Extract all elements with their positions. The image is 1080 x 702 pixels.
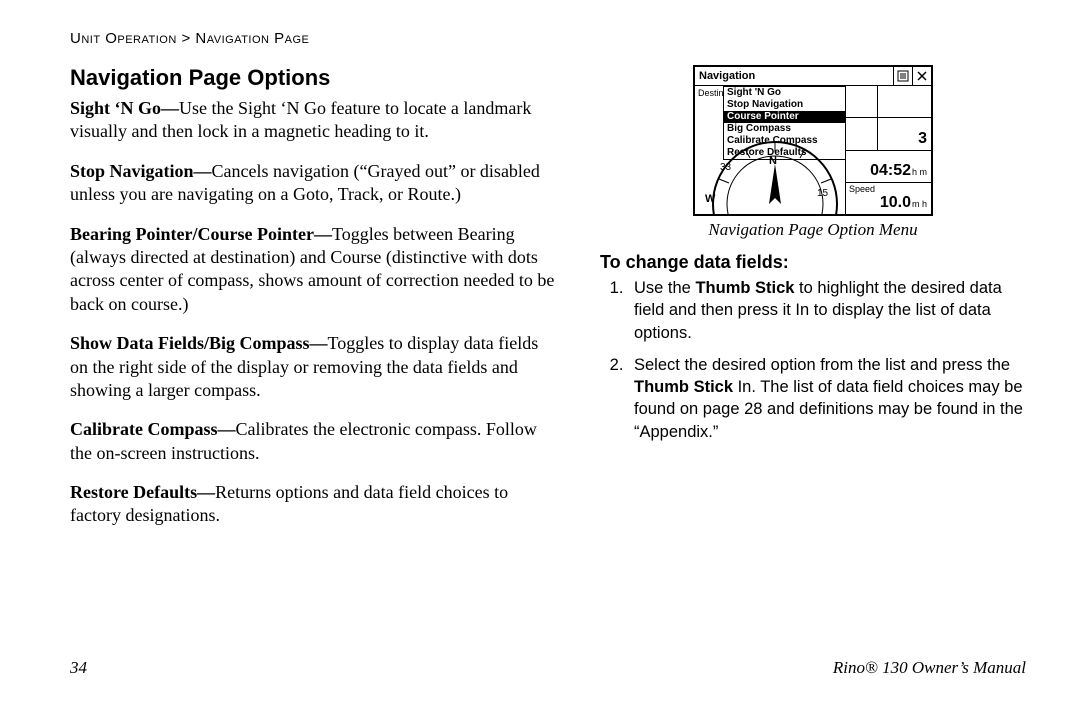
term-label: Sight ‘N Go—	[70, 98, 179, 118]
device-right-pane: 3 04:52 h m Speed 10.0 m h	[846, 86, 931, 214]
field-value: 04:52	[870, 162, 911, 180]
term-label: Show Data Fields/Big Compass—	[70, 333, 328, 353]
device-body: Destind Sight 'N Go Stop Navigation Cour…	[695, 86, 931, 214]
step-bold: Thumb Stick	[634, 378, 733, 396]
data-field: 3	[846, 118, 931, 150]
page-footer: 34 Rino® 130 Owner’s Manual	[70, 658, 1026, 678]
menu-item: Sight 'N Go	[724, 87, 845, 99]
manual-page: Unit Operation > Navigation Page Navigat…	[0, 0, 1080, 702]
field-unit: m h	[912, 200, 927, 212]
section-title: Navigation Page Options	[70, 65, 560, 91]
compass-tick: W	[705, 193, 716, 205]
right-column: Navigation Destind Sight 'N Go	[600, 65, 1026, 544]
close-icon	[912, 67, 931, 85]
compass-tick: N	[769, 155, 777, 167]
step-item: Use the Thumb Stick to highlight the des…	[628, 277, 1026, 344]
option-calibrate-compass: Calibrate Compass—Calibrates the electro…	[70, 418, 560, 465]
content-columns: Navigation Page Options Sight ‘N Go—Use …	[70, 65, 1026, 544]
field-value: 10.0	[880, 194, 911, 212]
option-show-data-fields: Show Data Fields/Big Compass—Toggles to …	[70, 332, 560, 402]
device-title: Navigation	[695, 67, 893, 85]
compass-tick: 15	[817, 188, 829, 199]
step-text: Select the desired option from the list …	[634, 356, 1010, 374]
data-field	[846, 86, 931, 118]
menu-icon	[893, 67, 912, 85]
figure: Navigation Destind Sight 'N Go	[600, 65, 1026, 240]
manual-title: Rino® 130 Owner’s Manual	[833, 658, 1026, 678]
menu-item-selected: Course Pointer	[724, 111, 845, 123]
option-bearing-course-pointer: Bearing Pointer/Course Pointer—Toggles b…	[70, 223, 560, 317]
compass: 33 N W 15	[695, 134, 845, 214]
option-stop-navigation: Stop Navigation—Cancels navigation (“Gra…	[70, 160, 560, 207]
compass-tick: 33	[720, 162, 732, 173]
field-unit: h m	[912, 168, 927, 180]
term-label: Calibrate Compass—	[70, 419, 236, 439]
step-item: Select the desired option from the list …	[628, 354, 1026, 443]
field-label: Speed	[849, 184, 875, 194]
left-column: Navigation Page Options Sight ‘N Go—Use …	[70, 65, 560, 544]
steps-list: Use the Thumb Stick to highlight the des…	[600, 277, 1026, 443]
term-label: Stop Navigation—	[70, 161, 212, 181]
figure-caption: Navigation Page Option Menu	[708, 220, 917, 240]
option-sight-n-go: Sight ‘N Go—Use the Sight ‘N Go feature …	[70, 97, 560, 144]
step-bold: Thumb Stick	[695, 279, 794, 297]
page-number: 34	[70, 658, 87, 678]
subheading: To change data fields:	[600, 252, 1026, 273]
step-text: Use the	[634, 279, 695, 297]
data-field-time: 04:52 h m	[846, 151, 931, 183]
menu-item: Stop Navigation	[724, 99, 845, 111]
term-label: Restore Defaults—	[70, 482, 215, 502]
breadcrumb: Unit Operation > Navigation Page	[70, 30, 1026, 47]
device-titlebar: Navigation	[695, 67, 931, 86]
option-restore-defaults: Restore Defaults—Returns options and dat…	[70, 481, 560, 528]
device-left-pane: Destind Sight 'N Go Stop Navigation Cour…	[695, 86, 846, 214]
term-label: Bearing Pointer/Course Pointer—	[70, 224, 332, 244]
field-value: 3	[918, 130, 927, 148]
device-screenshot: Navigation Destind Sight 'N Go	[693, 65, 933, 216]
data-field-speed: Speed 10.0 m h	[846, 183, 931, 214]
